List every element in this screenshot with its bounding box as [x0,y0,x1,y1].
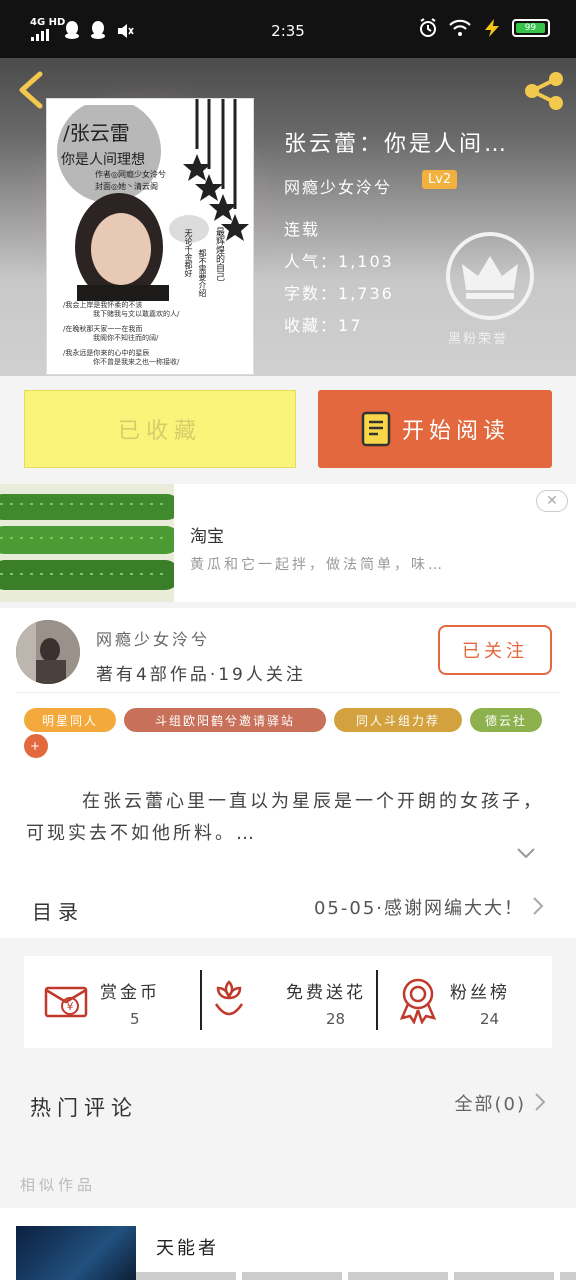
battery-icon: 99 [512,19,550,37]
crown-label: 黑粉荣誉 [448,332,509,347]
send-flower-button[interactable]: 免费送花 28 [202,956,376,1048]
divider [16,692,560,693]
cover-credit2: 封面◎她丶清云阁 [95,182,158,191]
start-reading-label: 开始阅读 [401,419,510,444]
cover-subtitle: 你是人间理想 [61,152,145,168]
gift-count: 5 [130,1010,140,1028]
cover-side-text: 都不需要介绍 [198,249,207,297]
similar-book-item[interactable]: 天能者 [0,1208,576,1280]
tag-item[interactable]: 德云社 [470,708,542,732]
similar-book-meta [136,1272,576,1280]
charging-icon [485,19,499,37]
ad-banner[interactable]: 淘宝 黄瓜和它一起拌，做法简单，味… ✕ [0,484,576,602]
tag-item[interactable]: 明星同人 [24,708,116,732]
ad-description: 黄瓜和它一起拌，做法简单，味… [190,557,445,573]
flower-icon [214,980,244,1016]
fan-ranking-button[interactable]: 粉丝榜 24 [378,956,552,1048]
author-avatar[interactable] [16,620,80,684]
book-title: 张云蕾：你是人间… [284,132,510,157]
tag-item[interactable]: 同人斗组力荐 [334,708,462,732]
book-status: 连载 [284,220,321,239]
gift-name: 免费送花 [286,983,366,1003]
book-icon [361,411,391,447]
book-author[interactable]: 网瘾少女泠兮 [284,174,392,198]
cover-credit: 作者◎网瘾少女泠兮 [95,170,166,179]
chevron-right-icon [533,897,544,915]
ad-title: 淘宝 [190,527,224,547]
collect-count-stat: 收藏：17 [284,316,363,335]
start-reading-button[interactable]: 开始阅读 [318,390,552,468]
favorited-button[interactable]: 已收藏 [24,390,296,468]
book-header: /张云雷 你是人间理想 作者◎网瘾少女泠兮 封面◎她丶清云阁 无论千金都好 都不… [0,58,576,376]
follow-button[interactable]: 已关注 [438,625,552,675]
gift-name: 赏金币 [100,983,160,1003]
table-of-contents-row[interactable]: 目录 05-05·感谢网编大大！ [0,872,576,938]
medal-icon [399,978,437,1024]
reward-coins-button[interactable]: ¥ 赏金币 5 [24,956,200,1048]
tag-item[interactable]: 斗组欧阳鹤兮邀请驿站 [124,708,326,732]
cover-side-text: 最辉煌的自己 [214,227,224,281]
hot-comments-row[interactable]: 热门评论 全部(0) [0,1066,576,1158]
chevron-right-icon [535,1093,546,1111]
all-comments-link[interactable]: 全部(0) [455,1090,527,1116]
author-stats: 著有4部作品·19人关注 [96,665,306,685]
svg-text:¥: ¥ [67,1000,74,1013]
level-badge: Lv2 [422,170,458,189]
cover-quote: /我会上岸是我怀柔的不该 我下赌我与文以敢嘉欢的人/ /在晚秋那天家一一在我而 我阁… [63,301,180,366]
gift-count: 24 [480,1010,500,1028]
book-description[interactable]: 在张云蕾心里一直以为星辰是一个开朗的女孩子，可现实去不如他所料。… [26,786,552,850]
chevron-down-icon[interactable] [516,846,536,860]
book-cover[interactable]: /张云雷 你是人间理想 作者◎网瘾少女泠兮 封面◎她丶清云阁 无论千金都好 都不… [46,98,254,375]
gift-count: 28 [326,1010,346,1028]
back-arrow-icon[interactable] [14,70,50,110]
latest-chapter: 05-05·感谢网编大大！ [313,898,524,919]
cover-side-text: 无论千金都好 [184,229,193,277]
similar-book-cover [16,1226,136,1280]
wifi-icon [449,19,471,36]
author-name[interactable]: 网瘾少女泠兮 [96,626,210,650]
gift-name: 粉丝榜 [450,983,510,1003]
crown-icon [446,232,534,320]
ad-close-button[interactable]: ✕ [536,490,568,512]
ad-image [0,484,174,602]
share-icon[interactable] [520,70,568,112]
gift-bar: ¥ 赏金币 5 免费送花 28 粉丝榜 24 [24,956,552,1048]
similar-book-title: 天能者 [156,1238,219,1259]
word-count-stat: 字数：1,736 [284,284,394,303]
red-envelope-icon: ¥ [44,986,88,1018]
cover-heading: /张云雷 [63,121,130,145]
toc-label: 目录 [32,900,84,924]
comments-label: 热门评论 [30,1096,138,1120]
status-bar: 4G HD 2:35 99 [0,0,576,58]
similar-works-label: 相似作品 [20,1176,97,1194]
alarm-icon [420,18,436,37]
add-tag-button[interactable]: + [24,734,48,758]
popularity-stat: 人气：1,103 [284,252,394,271]
book-detail-page: 4G HD 2:35 99 /张云雷 你是人间理想 作者◎网瘾少女泠兮 封面◎她… [0,0,576,1280]
